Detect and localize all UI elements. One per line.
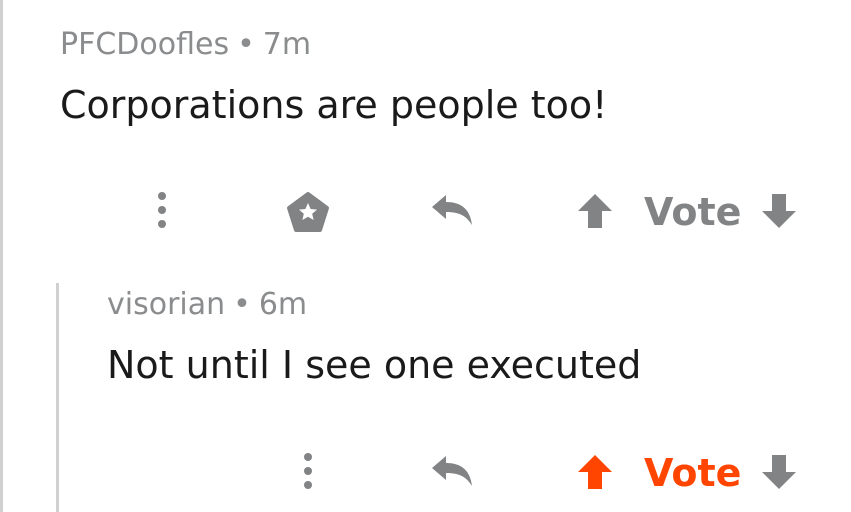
more-options-button[interactable] bbox=[140, 188, 184, 232]
arrow-up-icon bbox=[578, 194, 612, 228]
upvote-button[interactable] bbox=[574, 190, 616, 232]
award-button[interactable] bbox=[284, 188, 332, 236]
comment-body: Corporations are people too! bbox=[60, 83, 608, 127]
more-options-button[interactable] bbox=[286, 449, 330, 493]
comment-body: Not until I see one executed bbox=[107, 343, 642, 387]
comment-age: 7m bbox=[262, 27, 312, 62]
author-name[interactable]: PFCDoofles bbox=[60, 27, 229, 62]
more-vertical-icon bbox=[304, 453, 312, 489]
thread-line[interactable] bbox=[0, 0, 3, 512]
reply-icon bbox=[432, 456, 472, 486]
arrow-up-icon bbox=[578, 455, 612, 489]
reply-button[interactable] bbox=[428, 451, 476, 491]
vote-label: Vote bbox=[644, 451, 742, 495]
reply-icon bbox=[432, 195, 472, 225]
comment-meta: PFCDoofles • 7m bbox=[60, 30, 311, 60]
arrow-down-icon bbox=[762, 194, 796, 228]
downvote-button[interactable] bbox=[758, 451, 800, 493]
comment-meta: visorian • 6m bbox=[107, 290, 307, 320]
upvote-button[interactable] bbox=[574, 451, 616, 493]
more-vertical-icon bbox=[158, 192, 166, 228]
reply-button[interactable] bbox=[428, 190, 476, 230]
downvote-button[interactable] bbox=[758, 190, 800, 232]
thread-line-nested[interactable] bbox=[56, 283, 59, 512]
meta-separator: • bbox=[237, 27, 255, 62]
meta-separator: • bbox=[233, 287, 251, 322]
vote-label: Vote bbox=[644, 190, 742, 234]
comment-age: 6m bbox=[258, 287, 308, 322]
award-icon bbox=[287, 192, 329, 232]
arrow-down-icon bbox=[762, 455, 796, 489]
author-name[interactable]: visorian bbox=[107, 287, 225, 322]
